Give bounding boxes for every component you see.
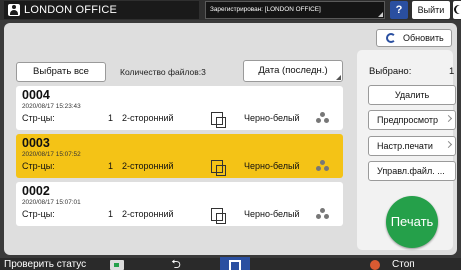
pages-label: Стр-цы: bbox=[22, 209, 55, 219]
sides-mode: 2-сторонний bbox=[122, 161, 174, 171]
office-name-label: LONDON OFFICE bbox=[24, 4, 118, 16]
color-mode: Черно-белый bbox=[244, 161, 300, 171]
home-button[interactable] bbox=[220, 257, 250, 270]
sides-mode: 2-сторонний bbox=[122, 113, 174, 123]
selected-count: 1 bbox=[449, 66, 455, 77]
file-row[interactable]: 0002 2020/08/17 15:07:01 Стр-цы: 1 2-сто… bbox=[16, 182, 343, 226]
file-row[interactable]: 0003 2020/08/17 15:07:52 Стр-цы: 1 2-сто… bbox=[16, 134, 343, 178]
chevron-right-icon bbox=[444, 140, 453, 149]
grouping-icon bbox=[316, 112, 330, 124]
stop-icon[interactable] bbox=[370, 260, 380, 270]
print-settings-button[interactable]: Настр.печати bbox=[368, 136, 456, 156]
pages-label: Стр-цы: bbox=[22, 113, 55, 123]
file-date: 2020/08/17 15:23:43 bbox=[22, 103, 81, 110]
file-count-text: Количество файлов:3 bbox=[120, 67, 206, 77]
sort-order-button[interactable]: Дата (последн.) bbox=[243, 60, 343, 82]
stop-button[interactable]: Стоп bbox=[392, 258, 415, 270]
login-status-text: Зарегистрирован: [LONDON OFFICE] bbox=[210, 6, 321, 13]
select-all-button[interactable]: Выбрать все bbox=[16, 62, 106, 82]
file-management-button[interactable]: Управл.файл. ... bbox=[368, 161, 456, 181]
file-name: 0004 bbox=[22, 88, 50, 102]
pages-count: 1 bbox=[108, 113, 114, 123]
status-icon[interactable] bbox=[110, 260, 124, 270]
preview-label: Предпросмотр bbox=[377, 115, 439, 125]
print-settings-label: Настр.печати bbox=[377, 141, 433, 151]
sort-order-label: Дата (последн.) bbox=[258, 65, 328, 76]
home-icon bbox=[229, 260, 241, 270]
logout-button[interactable]: Выйти bbox=[412, 1, 450, 19]
refresh-label: Обновить bbox=[403, 33, 444, 43]
user-icon bbox=[8, 4, 20, 16]
help-button[interactable]: ? bbox=[390, 1, 408, 19]
duplex-icon bbox=[211, 112, 226, 128]
file-name: 0002 bbox=[22, 184, 50, 198]
back-button[interactable]: ⮌ bbox=[164, 258, 188, 270]
refresh-icon bbox=[386, 33, 396, 43]
check-status-button[interactable]: Проверить статус bbox=[4, 258, 86, 270]
duplex-icon bbox=[211, 208, 226, 224]
moon-icon bbox=[456, 5, 461, 14]
grouping-icon bbox=[316, 160, 330, 172]
file-date: 2020/08/17 15:07:52 bbox=[22, 151, 81, 158]
file-row[interactable]: 0004 2020/08/17 15:23:43 Стр-цы: 1 2-сто… bbox=[16, 86, 343, 130]
refresh-button[interactable]: Обновить bbox=[376, 29, 452, 47]
energy-saver-button[interactable] bbox=[453, 1, 461, 19]
file-date: 2020/08/17 15:07:01 bbox=[22, 199, 81, 206]
pages-count: 1 bbox=[108, 161, 114, 171]
chevron-right-icon bbox=[444, 114, 453, 123]
color-mode: Черно-белый bbox=[244, 113, 300, 123]
office-name-display: LONDON OFFICE bbox=[4, 1, 199, 19]
file-name: 0003 bbox=[22, 136, 50, 150]
pages-label: Стр-цы: bbox=[22, 161, 55, 171]
sides-mode: 2-сторонний bbox=[122, 209, 174, 219]
color-mode: Черно-белый bbox=[244, 209, 300, 219]
preview-button[interactable]: Предпросмотр bbox=[368, 110, 456, 130]
login-status-field[interactable]: Зарегистрирован: [LONDON OFFICE] bbox=[205, 1, 385, 19]
dropdown-corner-icon bbox=[378, 12, 383, 17]
print-button[interactable]: Печать bbox=[386, 196, 438, 248]
selected-label: Выбрано: bbox=[369, 66, 412, 77]
pages-count: 1 bbox=[108, 209, 114, 219]
grouping-icon bbox=[316, 208, 330, 220]
duplex-icon bbox=[211, 160, 226, 176]
delete-button[interactable]: Удалить bbox=[368, 85, 456, 105]
dropdown-corner-icon bbox=[336, 75, 341, 80]
